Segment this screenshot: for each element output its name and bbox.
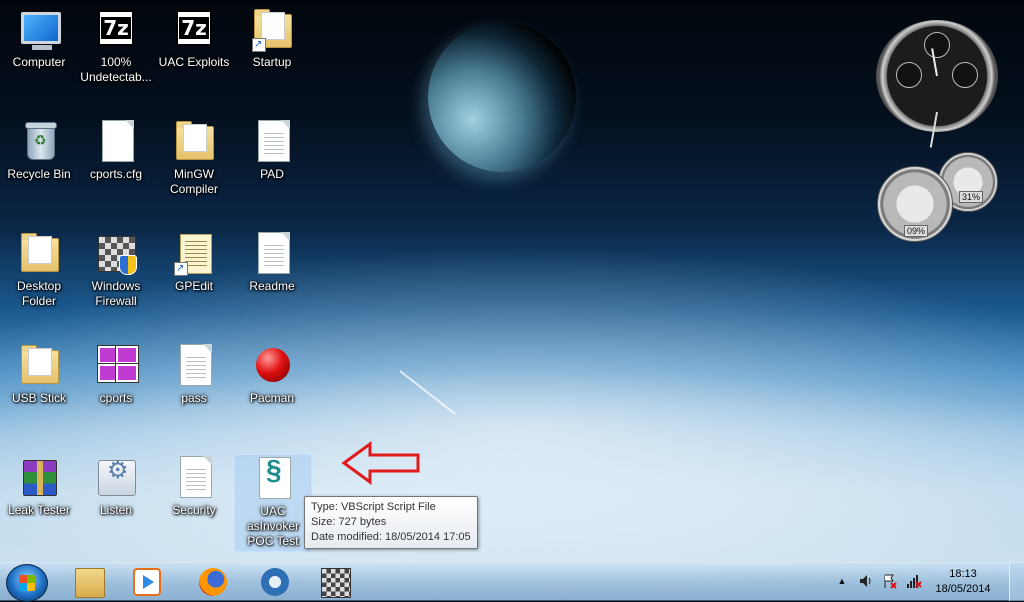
text-file-icon xyxy=(172,344,216,388)
clock-time: 18:13 xyxy=(949,568,977,580)
icon-label: cports.cfg xyxy=(89,167,143,181)
icon-label: UAC Exploits xyxy=(158,55,230,69)
desktop-icon-startup[interactable]: Startup xyxy=(234,8,310,70)
cpu-percent-label: 09% xyxy=(904,225,929,237)
taskbar: ▲ 18:13 18/05/2014 xyxy=(0,562,1024,602)
taskbar-windows-explorer[interactable] xyxy=(62,565,116,599)
firefox-icon xyxy=(199,568,227,596)
blank-file-icon xyxy=(94,120,138,164)
desktop-icon-leak-tester[interactable]: Leak Tester xyxy=(1,456,77,518)
desktop-icon-cports-cfg[interactable]: cports.cfg xyxy=(78,120,154,182)
icon-label: Startup xyxy=(252,55,292,69)
windows-explorer-icon xyxy=(75,568,105,598)
tooltip-type: Type: VBScript Script File xyxy=(311,501,436,513)
cpu-meter-gadget[interactable]: 09% xyxy=(877,166,953,242)
clock-gadget[interactable] xyxy=(876,20,998,148)
icon-label: Desktop Folder xyxy=(16,279,62,308)
tooltip-size: Size: 727 bytes xyxy=(311,516,387,528)
icon-label: 100% Undetectab... xyxy=(80,55,152,84)
desktop-icon-pass[interactable]: pass xyxy=(156,344,232,406)
desktop-icon-uac-exploits[interactable]: 7z UAC Exploits xyxy=(156,8,232,70)
icon-label: Readme xyxy=(249,279,295,293)
desktop-icon-pad[interactable]: PAD xyxy=(234,120,310,182)
system-tray: ▲ xyxy=(830,563,940,601)
icon-label: Recycle Bin xyxy=(7,167,71,181)
network-signal-icon[interactable] xyxy=(906,573,922,589)
desktop-icon-gpedit[interactable]: GPEdit xyxy=(156,232,232,294)
taskbar-firefox[interactable] xyxy=(186,565,240,599)
recycle-bin-icon xyxy=(17,120,61,164)
icon-label: pass xyxy=(181,391,207,405)
tooltip-modified: Date modified: 18/05/2014 17:05 xyxy=(311,531,471,543)
text-file-icon xyxy=(250,120,294,164)
taskbar-windows-firewall[interactable] xyxy=(308,565,362,599)
desktop-icon-cports[interactable]: cports xyxy=(78,344,154,406)
clock-date: 18/05/2014 xyxy=(935,583,991,595)
folder-icon xyxy=(172,120,216,164)
desktop-icon-pacman[interactable]: Pacman xyxy=(234,344,310,406)
settings-app-icon xyxy=(94,456,138,500)
wallpaper-contrail xyxy=(399,370,456,415)
desktop-icon-security[interactable]: Security xyxy=(156,456,232,518)
red-ball-icon xyxy=(250,344,294,388)
desktop-icon-desktop-folder[interactable]: Desktop Folder xyxy=(1,232,77,309)
icon-label: PAD xyxy=(260,167,284,181)
taskbar-media-player[interactable] xyxy=(120,565,174,599)
clock-subdial-right xyxy=(952,62,978,88)
desktop-icon-recycle-bin[interactable]: Recycle Bin xyxy=(1,120,77,182)
icon-label: MinGW Compiler xyxy=(169,167,218,196)
7zip-archive-icon: 7z xyxy=(94,8,138,52)
icon-label: cports xyxy=(99,391,133,405)
icon-label: Windows Firewall xyxy=(91,279,141,308)
desktop-icon-uac-asinvoker[interactable]: UAC asInvoker POC Test xyxy=(234,454,312,552)
winrar-archive-icon xyxy=(17,456,61,500)
thunderbird-icon xyxy=(261,568,289,596)
icon-label: Leak Tester xyxy=(8,503,70,517)
text-file-icon xyxy=(172,456,216,500)
start-button[interactable] xyxy=(6,564,48,602)
desktop-icon-readme[interactable]: Readme xyxy=(234,232,310,294)
volume-icon[interactable] xyxy=(858,573,874,589)
desktop-icon-mingw[interactable]: MinGW Compiler xyxy=(156,120,232,197)
icon-label: Pacman xyxy=(249,391,295,405)
cports-network-icon xyxy=(94,344,139,388)
ram-percent-label: 31% xyxy=(959,191,984,203)
notepad-shortcut-icon xyxy=(172,232,216,276)
wallpaper-planet xyxy=(428,22,576,172)
file-info-tooltip: Type: VBScript Script File Size: 727 byt… xyxy=(304,496,478,549)
7zip-archive-icon: 7z xyxy=(172,8,216,52)
show-hidden-icons-button[interactable]: ▲ xyxy=(834,573,850,589)
desktop-icon-computer[interactable]: Computer xyxy=(1,8,77,70)
clock-subdial-left xyxy=(896,62,922,88)
folder-shortcut-icon xyxy=(250,8,294,52)
firewall-icon xyxy=(94,232,138,276)
taskbar-thunderbird[interactable] xyxy=(248,565,302,599)
vbscript-file-icon xyxy=(251,457,295,501)
folder-icon xyxy=(17,344,61,388)
icon-label: UAC asInvoker POC Test xyxy=(246,504,300,548)
icon-label: GPEdit xyxy=(174,279,213,293)
desktop-icon-listen[interactable]: Listen xyxy=(78,456,154,518)
desktop-icon-undetectable[interactable]: 7z 100% Undetectab... xyxy=(78,8,154,85)
desktop-icon-windows-firewall[interactable]: Windows Firewall xyxy=(78,232,154,309)
clock-subdial-top xyxy=(924,32,950,58)
icon-label: Listen xyxy=(99,503,133,517)
system-clock[interactable]: 18:13 18/05/2014 xyxy=(928,567,998,597)
windows-firewall-icon xyxy=(321,568,351,598)
media-player-icon xyxy=(133,568,161,596)
show-desktop-button[interactable] xyxy=(1009,563,1024,601)
folder-icon xyxy=(17,232,61,276)
clock-minute-hand xyxy=(929,111,938,148)
action-center-flag-icon[interactable] xyxy=(882,573,898,589)
icon-label: Computer xyxy=(12,55,66,69)
desktop-icon-usb-stick[interactable]: USB Stick xyxy=(1,344,77,406)
icon-label: Security xyxy=(172,503,216,517)
icon-label: USB Stick xyxy=(11,391,66,405)
text-file-icon xyxy=(250,232,294,276)
computer-icon xyxy=(17,8,61,52)
red-arrow-annotation xyxy=(341,441,420,485)
